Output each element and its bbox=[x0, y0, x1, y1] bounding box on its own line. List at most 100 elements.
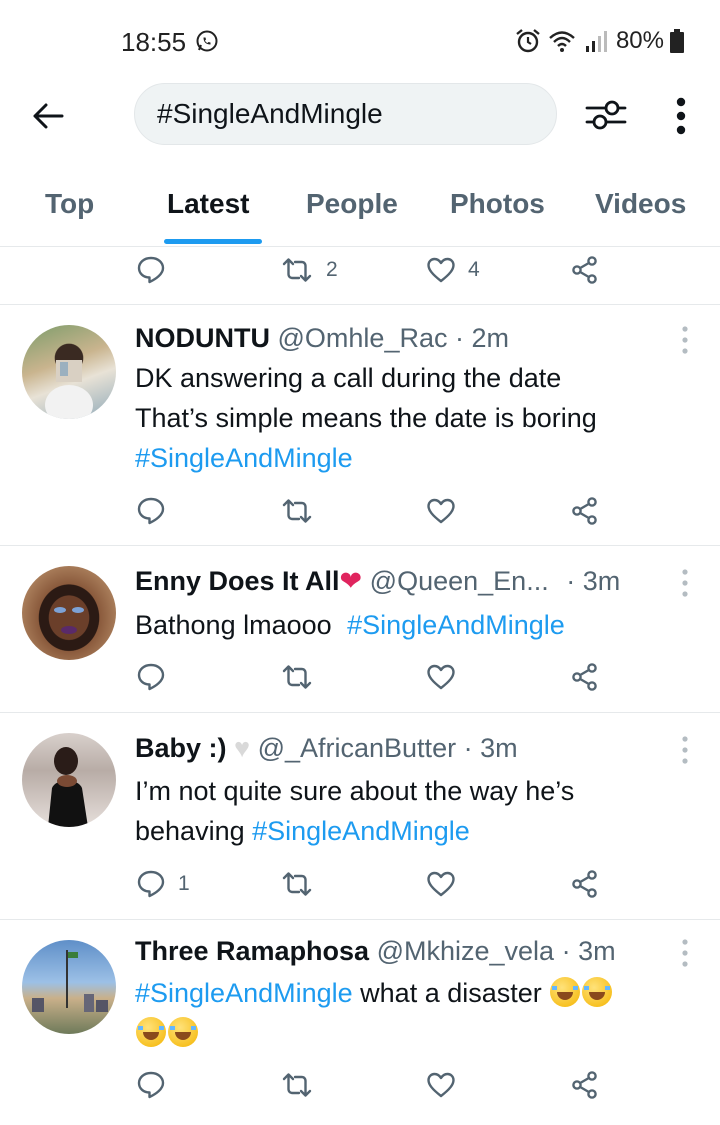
author-handle[interactable]: @_AfricanButter bbox=[258, 733, 457, 763]
retweet-button[interactable] bbox=[280, 1065, 314, 1105]
tweet-text-line: what a disaster bbox=[352, 978, 550, 1008]
status-bar: 18:55 80% bbox=[0, 0, 720, 82]
tab-videos[interactable]: Videos bbox=[595, 188, 686, 220]
battery-percent: 80% bbox=[615, 27, 664, 54]
hashtag-link[interactable]: #SingleAndMingle bbox=[252, 816, 470, 846]
tweet-header: NODUNTU @Omhle_Rac · 2m bbox=[135, 323, 509, 354]
like-button[interactable] bbox=[426, 864, 456, 904]
retweet-button[interactable] bbox=[280, 491, 314, 531]
tweet-card[interactable]: Three Ramaphosa @Mkhize_vela · 3m #Singl… bbox=[0, 920, 720, 1125]
tab-latest[interactable]: Latest bbox=[167, 188, 249, 220]
tweet-more-icon[interactable] bbox=[677, 325, 693, 355]
tweet-more-icon[interactable] bbox=[677, 568, 693, 598]
tweet-time: · 3m bbox=[463, 733, 518, 763]
avatar[interactable] bbox=[22, 940, 116, 1034]
share-button[interactable] bbox=[570, 250, 600, 290]
reply-button[interactable]: 1 bbox=[136, 864, 190, 904]
share-icon bbox=[570, 869, 600, 899]
tweet-header: Baby :) ♥ @_AfricanButter · 3m bbox=[135, 733, 518, 764]
back-button[interactable] bbox=[28, 96, 68, 136]
tweet-card[interactable]: NODUNTU @Omhle_Rac · 2m DK answering a c… bbox=[0, 305, 720, 545]
like-button[interactable] bbox=[426, 491, 456, 531]
like-count: 4 bbox=[468, 258, 480, 281]
author-name[interactable]: Baby :) bbox=[135, 733, 227, 763]
more-options-button[interactable] bbox=[664, 94, 698, 138]
author-handle[interactable]: @Queen_En... bbox=[370, 566, 549, 596]
status-icons: 80% bbox=[514, 27, 684, 55]
author-name[interactable]: NODUNTU bbox=[135, 323, 270, 353]
heart-icon bbox=[426, 255, 456, 285]
like-button[interactable] bbox=[426, 657, 456, 697]
filter-sliders-icon[interactable] bbox=[584, 95, 628, 135]
author-name[interactable]: Three Ramaphosa bbox=[135, 936, 369, 966]
tweet-text: #SingleAndMingle what a disaster bbox=[135, 973, 695, 1053]
hashtag-link[interactable]: #SingleAndMingle bbox=[135, 443, 353, 473]
retweet-button[interactable] bbox=[280, 864, 314, 904]
tweet-more-icon[interactable] bbox=[677, 938, 693, 968]
share-icon bbox=[570, 662, 600, 692]
reply-icon bbox=[136, 662, 166, 692]
tweet-card[interactable]: Enny Does It All❤ @Queen_En... · 3m Bath… bbox=[0, 546, 720, 712]
heart-icon bbox=[426, 1070, 456, 1100]
author-handle[interactable]: @Omhle_Rac bbox=[278, 323, 448, 353]
tab-photos[interactable]: Photos bbox=[450, 188, 545, 220]
tab-people[interactable]: People bbox=[306, 188, 398, 220]
share-icon bbox=[570, 255, 600, 285]
reply-button[interactable] bbox=[136, 491, 166, 531]
tweet-more-icon[interactable] bbox=[677, 735, 693, 765]
battery-icon bbox=[670, 29, 684, 53]
share-button[interactable] bbox=[570, 1065, 600, 1105]
laughing-emoji bbox=[582, 977, 613, 1007]
reply-count: 1 bbox=[178, 872, 190, 895]
share-icon bbox=[570, 1070, 600, 1100]
reply-icon bbox=[136, 869, 166, 899]
like-button[interactable] bbox=[426, 1065, 456, 1105]
retweet-icon bbox=[280, 255, 314, 285]
partial-tweet-actions: 2 4 bbox=[0, 250, 720, 290]
tab-top[interactable]: Top bbox=[45, 188, 94, 220]
author-name[interactable]: Enny Does It All bbox=[135, 566, 340, 596]
avatar-city bbox=[32, 950, 108, 1012]
tweet-time: · 3m bbox=[561, 936, 616, 966]
tweet-text-line: Bathong lmaooo bbox=[135, 610, 340, 640]
hashtag-link[interactable]: #SingleAndMingle bbox=[347, 610, 565, 640]
tweet-header: Enny Does It All❤ @Queen_En... · 3m bbox=[135, 566, 620, 597]
retweet-button[interactable]: 2 bbox=[280, 250, 338, 290]
avatar-face bbox=[54, 607, 84, 634]
avatar[interactable] bbox=[22, 733, 116, 827]
share-button[interactable] bbox=[570, 864, 600, 904]
reply-button[interactable] bbox=[136, 1065, 166, 1105]
tweet-card[interactable]: Baby :) ♥ @_AfricanButter · 3m I’m not q… bbox=[0, 713, 720, 919]
search-tabs: Top Latest People Photos Videos bbox=[0, 170, 720, 247]
hashtag-link[interactable]: #SingleAndMingle bbox=[135, 978, 353, 1008]
search-input[interactable]: #SingleAndMingle bbox=[134, 83, 557, 145]
tweet-actions bbox=[0, 491, 720, 531]
reply-button[interactable] bbox=[136, 657, 166, 697]
avatar[interactable] bbox=[22, 325, 116, 419]
tweet-text: DK answering a call during the date That… bbox=[135, 358, 695, 478]
tweet-time: · 2m bbox=[455, 323, 509, 353]
alarm-icon bbox=[516, 29, 540, 53]
white-heart-emoji: ♥ bbox=[234, 733, 251, 763]
like-button[interactable]: 4 bbox=[426, 250, 480, 290]
status-time: 18:55 bbox=[121, 27, 187, 57]
author-handle[interactable]: @Mkhize_vela bbox=[377, 936, 554, 966]
signal-icon bbox=[585, 31, 607, 52]
tweet-text-line: I’m not quite sure about the way he’s bbox=[135, 776, 575, 806]
tweet-text: Bathong lmaooo #SingleAndMingle bbox=[135, 605, 695, 645]
retweet-button[interactable] bbox=[280, 657, 314, 697]
avatar-figure bbox=[48, 747, 88, 827]
reply-button[interactable] bbox=[136, 250, 166, 290]
share-button[interactable] bbox=[570, 657, 600, 697]
vertical-dots-icon bbox=[676, 97, 686, 135]
tweet-actions: 1 bbox=[0, 864, 720, 904]
search-query-text: #SingleAndMingle bbox=[157, 98, 383, 129]
tweet-time: · 3m bbox=[566, 566, 621, 596]
share-button[interactable] bbox=[570, 491, 600, 531]
retweet-icon bbox=[280, 869, 314, 899]
heart-icon bbox=[426, 496, 456, 526]
wifi-icon bbox=[549, 31, 575, 52]
avatar[interactable] bbox=[22, 566, 116, 660]
retweet-icon bbox=[280, 496, 314, 526]
tweet-text-line: DK answering a call during the date bbox=[135, 363, 562, 393]
